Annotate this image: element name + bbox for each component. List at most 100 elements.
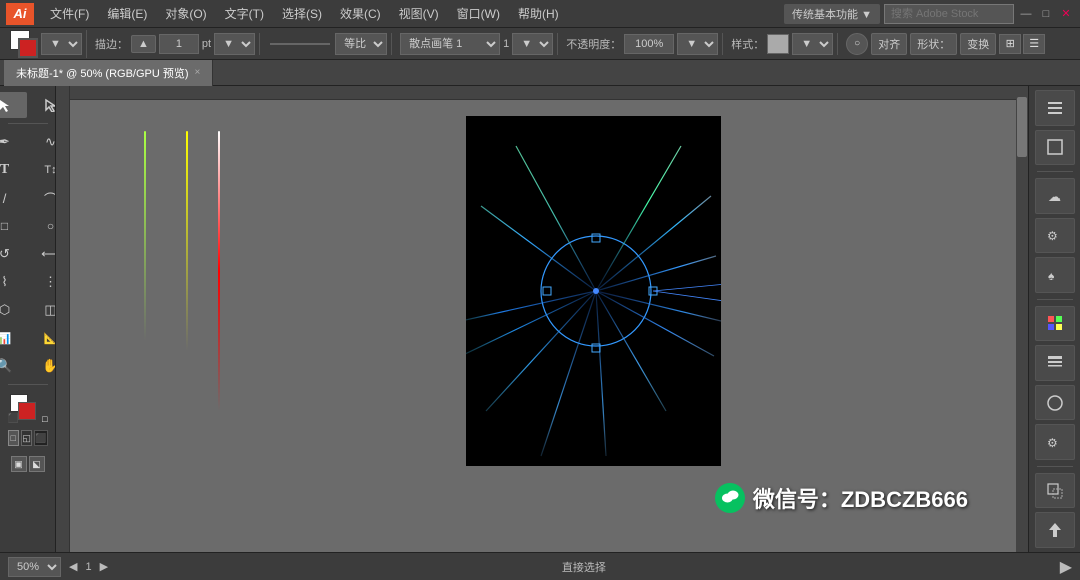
panel-icon-symbols[interactable]: ♠ bbox=[1035, 257, 1075, 293]
opacity-label: 不透明度： bbox=[566, 36, 621, 52]
maximize-button[interactable]: □ bbox=[1038, 6, 1054, 22]
page-prev-btn[interactable]: ◀ bbox=[69, 560, 77, 573]
menu-text[interactable]: 文字(T) bbox=[217, 3, 272, 24]
panel-icon-appearance[interactable] bbox=[1035, 385, 1075, 421]
panel-toggle-btn[interactable]: ☰ bbox=[1023, 34, 1045, 54]
type-tools: T T↕ bbox=[0, 157, 56, 183]
select-tool-btn[interactable] bbox=[0, 92, 27, 118]
outline-view-btn[interactable]: ◱ bbox=[21, 430, 32, 446]
page-number: 1 bbox=[85, 561, 91, 573]
style-group: 样式： ▼ bbox=[727, 33, 838, 55]
page-next-btn[interactable]: ▶ bbox=[100, 560, 108, 573]
opacity-select[interactable]: ▼ bbox=[677, 33, 718, 55]
gradient-tool-btn[interactable]: ◫ bbox=[29, 297, 57, 323]
menu-view[interactable]: 视图(V) bbox=[391, 3, 447, 24]
hand-tool-btn[interactable]: ✋ bbox=[29, 353, 57, 379]
svg-text:⚙: ⚙ bbox=[1047, 229, 1058, 243]
minimize-button[interactable]: — bbox=[1018, 6, 1034, 22]
circle-tool-btn[interactable]: ○ bbox=[846, 33, 868, 55]
rect-tool-btn[interactable]: □ bbox=[0, 213, 27, 239]
stock-search-input[interactable] bbox=[884, 4, 1014, 24]
ratio-select[interactable]: 等比 bbox=[335, 33, 387, 55]
normal-view-btn[interactable]: □ bbox=[8, 430, 19, 446]
panel-icon-transform[interactable] bbox=[1035, 473, 1075, 509]
play-btn[interactable]: ▶ bbox=[1060, 557, 1072, 577]
brush-num-select[interactable]: ▼ bbox=[512, 33, 553, 55]
vertical-scrollbar[interactable] bbox=[1016, 86, 1028, 552]
screen-mode-group: ▣ ⬕ bbox=[8, 454, 48, 474]
horizontal-ruler bbox=[70, 86, 1028, 100]
opacity-input[interactable]: 100% bbox=[624, 34, 674, 54]
panel-icon-brushes[interactable] bbox=[1035, 345, 1075, 381]
grid-toggle-btn[interactable]: ⊞ bbox=[999, 34, 1021, 54]
menu-object[interactable]: 对象(O) bbox=[157, 3, 214, 24]
menu-help[interactable]: 帮助(H) bbox=[510, 3, 567, 24]
transform-btn[interactable]: 变换 bbox=[960, 33, 996, 55]
panel-icon-export[interactable] bbox=[1035, 512, 1075, 548]
line-style-group: 等比 bbox=[264, 33, 392, 55]
paintbucket-tool-btn[interactable]: ⬡ bbox=[0, 297, 27, 323]
zoom-tool-btn[interactable]: 🔍 bbox=[0, 353, 27, 379]
menu-effect[interactable]: 效果(C) bbox=[332, 3, 389, 24]
menu-select[interactable]: 选择(S) bbox=[274, 3, 330, 24]
line-tool-btn[interactable]: / bbox=[0, 185, 27, 211]
tool-status: 直接选择 bbox=[562, 559, 606, 575]
style-preview[interactable] bbox=[767, 34, 789, 54]
stroke-group: 描边： ▲ 1 pt ▼ bbox=[91, 33, 260, 55]
transform-tools: ↺ ⟷ bbox=[0, 241, 56, 267]
artboard-btn[interactable]: ⬕ bbox=[29, 456, 45, 472]
workspace-switcher[interactable]: 传统基本功能 ▼ bbox=[784, 4, 880, 24]
stroke-unit-select[interactable]: ▼ bbox=[214, 33, 255, 55]
vertical-type-tool-btn[interactable]: T↕ bbox=[29, 157, 57, 183]
close-button[interactable]: ✕ bbox=[1058, 6, 1074, 22]
right-arrow-icon: ▶ bbox=[100, 560, 108, 573]
direct-select-tool-btn[interactable] bbox=[29, 92, 57, 118]
stroke-up-btn[interactable]: ▲ bbox=[131, 35, 156, 53]
width-tool-btn[interactable]: ⋮ bbox=[29, 269, 57, 295]
style-select[interactable]: ▼ bbox=[792, 33, 833, 55]
align-btn[interactable]: 对齐 bbox=[871, 33, 907, 55]
ellipse-tool-btn[interactable]: ○ bbox=[29, 213, 57, 239]
canvas-area[interactable]: 微信号：ZDBCZB666 bbox=[56, 86, 1028, 552]
warp-tool-btn[interactable]: ⌇ bbox=[0, 269, 27, 295]
fill-stroke-swatch[interactable]: ⬛ □ bbox=[8, 392, 48, 424]
screen-mode-btn[interactable]: ▣ bbox=[11, 456, 27, 472]
pixel-view-btn[interactable]: ⬛ bbox=[34, 430, 47, 446]
measure-tool-btn[interactable]: 📐 bbox=[29, 325, 57, 351]
wechat-icon bbox=[715, 483, 745, 513]
brush-select[interactable]: 散点画笔 1 bbox=[400, 33, 500, 55]
watermark-text: 微信号：ZDBCZB666 bbox=[753, 482, 968, 514]
shape-btn[interactable]: 形状： bbox=[910, 33, 957, 55]
panel-icon-graphic-styles[interactable]: ⚙ bbox=[1035, 424, 1075, 460]
line-style-preview[interactable] bbox=[270, 43, 330, 45]
style-label: 样式： bbox=[731, 36, 764, 52]
type-tool-btn[interactable]: T bbox=[0, 157, 27, 183]
stroke-type-select[interactable]: ▼ bbox=[41, 33, 82, 55]
panel-icon-artboards[interactable] bbox=[1035, 130, 1075, 166]
menu-window[interactable]: 窗口(W) bbox=[449, 3, 508, 24]
extra-tools: ⊞ ☰ bbox=[999, 34, 1045, 54]
rotate-tool-btn[interactable]: ↺ bbox=[0, 241, 27, 267]
panel-divider-3 bbox=[1037, 466, 1073, 467]
panel-icon-cc[interactable]: ☁ bbox=[1035, 178, 1075, 214]
tab-close-btn[interactable]: × bbox=[195, 67, 201, 78]
artboard bbox=[466, 116, 721, 466]
panel-icon-swatches[interactable] bbox=[1035, 306, 1075, 342]
scrollbar-thumb[interactable] bbox=[1017, 97, 1027, 157]
reflect-tool-btn[interactable]: ⟷ bbox=[29, 241, 57, 267]
curve-tool-btn[interactable]: ∿ bbox=[29, 129, 57, 155]
stroke-value-input[interactable]: 1 bbox=[159, 34, 199, 54]
pen-tool-btn[interactable]: ✒ bbox=[0, 129, 27, 155]
fill-stroke-widget[interactable] bbox=[10, 30, 38, 58]
menu-file[interactable]: 文件(F) bbox=[42, 3, 97, 24]
graph-tool-btn[interactable]: 📊 bbox=[0, 325, 27, 351]
document-tab[interactable]: 未标题-1* @ 50% (RGB/GPU 预览) × bbox=[4, 60, 213, 86]
arc-tool-btn[interactable]: ⌒ bbox=[29, 185, 57, 211]
panel-icon-properties[interactable]: ⚙ bbox=[1035, 218, 1075, 254]
panel-icon-layers[interactable] bbox=[1035, 90, 1075, 126]
gradient-line-yellow bbox=[186, 131, 188, 351]
zoom-select[interactable]: 50% bbox=[8, 557, 61, 577]
menu-edit[interactable]: 编辑(E) bbox=[99, 3, 155, 24]
toolbar-right: 传统基本功能 ▼ — □ ✕ bbox=[784, 4, 1074, 24]
gradient-line-red bbox=[218, 131, 220, 411]
